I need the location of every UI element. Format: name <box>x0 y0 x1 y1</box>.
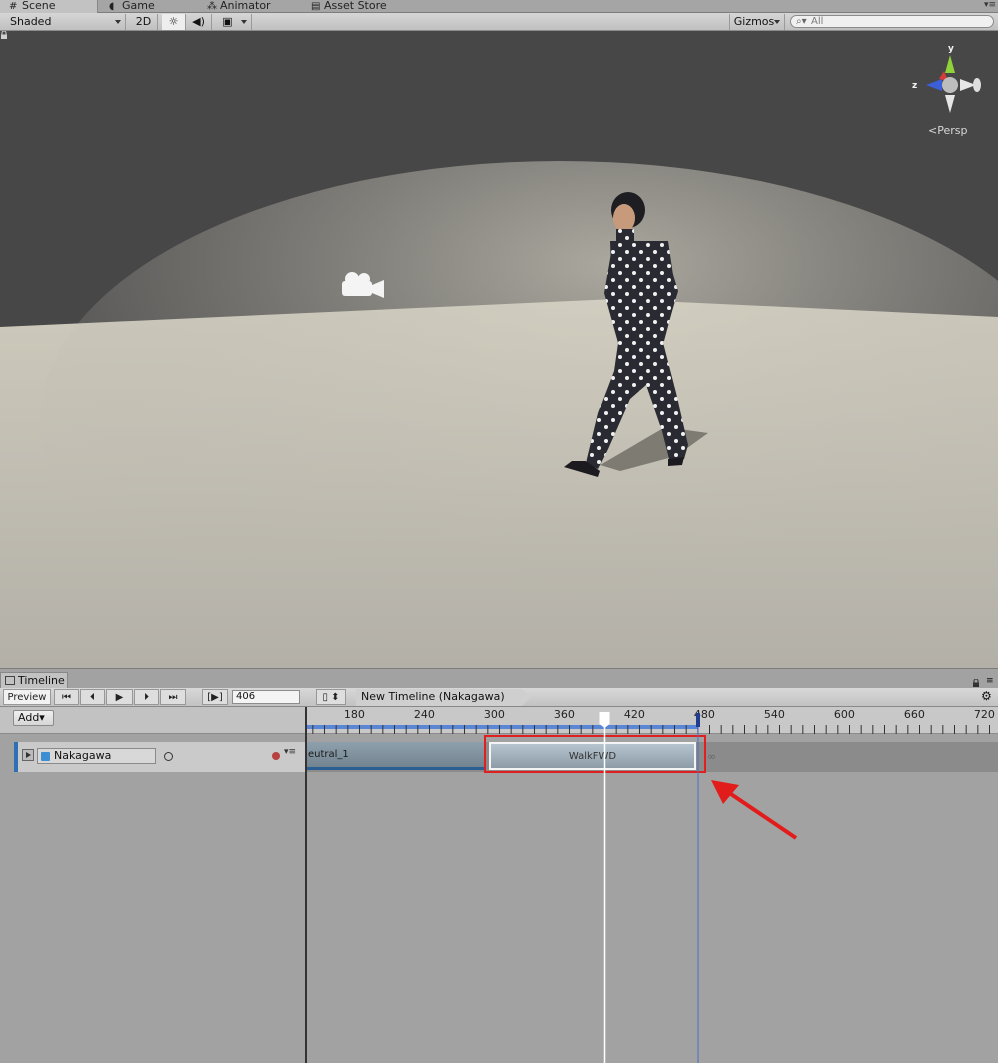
persp-icon: < <box>928 124 938 137</box>
end-marker[interactable] <box>696 713 700 727</box>
track-name: Nakagawa <box>54 749 112 762</box>
breadcrumb[interactable]: New Timeline (Nakagawa) <box>356 689 531 706</box>
preview-label: Preview <box>7 692 47 703</box>
scene-search-input[interactable]: ⌕▾ All <box>790 15 994 28</box>
scene-view[interactable]: y z <Persp <box>0 31 998 668</box>
step-back-icon: ⏴ <box>90 692 95 703</box>
tab-scene-label: Scene <box>22 0 56 12</box>
tab-asset-store-label: Asset Store <box>324 0 387 12</box>
tab-timeline[interactable]: Timeline <box>0 672 68 689</box>
chevron-down-icon: ▾ <box>39 711 45 724</box>
timeline-tracks-area[interactable]: 180 240 300 360 420 480 540 600 660 720 eutral_1 … <box>307 707 998 1063</box>
toggle-2d-button[interactable]: 2D <box>130 14 158 30</box>
track-row[interactable]: Nakagawa ▾≡ <box>14 742 306 772</box>
tab-animator[interactable]: ⁂ Animator <box>198 0 302 13</box>
grid-icon: # <box>9 1 18 12</box>
shading-mode-label: Shaded <box>10 15 52 28</box>
tab-game-label: Game <box>122 0 155 12</box>
play-button[interactable]: ▶ <box>106 689 133 705</box>
annotation-arrow <box>711 780 798 840</box>
gizmo-z-label: z <box>912 81 917 91</box>
orientation-gizmo[interactable]: y z <box>912 44 981 113</box>
go-to-end-button[interactable]: ⏭ <box>160 689 186 705</box>
add-label: Add <box>18 711 40 724</box>
timeline-asset-icon: ▯ ⬍ <box>322 692 340 703</box>
skip-end-icon: ⏭ <box>168 692 178 703</box>
lighting-toggle[interactable]: ☼ <box>162 14 186 30</box>
object-picker-icon[interactable] <box>164 752 173 761</box>
current-frame-value: 406 <box>236 691 256 702</box>
track-expand-toggle[interactable] <box>22 749 34 761</box>
play-range-button[interactable]: [▶] <box>202 689 228 705</box>
timeline-lock-icon[interactable] <box>972 679 980 687</box>
scene-toolbar: Shaded 2D ☼ ◀) ▣ Gizmos ⌕▾ All <box>0 13 998 31</box>
timeline-toolbar: Preview ⏮ ⏴ ▶ ⏵ ⏭ [▶] 406 ▯ ⬍ New Timeli… <box>0 688 998 707</box>
play-icon: ▶ <box>115 692 124 703</box>
timeline-window-header: Timeline ≡ <box>0 668 998 689</box>
scene-render: y z <box>0 44 998 668</box>
timeline-tab-label: Timeline <box>18 674 65 687</box>
track-binding-field[interactable]: Nakagawa <box>37 748 156 764</box>
next-frame-button[interactable]: ⏵ <box>134 689 159 705</box>
store-icon: ▤ <box>311 1 321 12</box>
timeline-asset-name: New Timeline (Nakagawa) <box>361 690 505 703</box>
gizmo-y-label: y <box>948 44 954 54</box>
tab-game[interactable]: ◖ Game <box>100 0 200 13</box>
timeline-overlay <box>599 712 798 1063</box>
record-button[interactable] <box>272 752 280 760</box>
track-list: Add▾ Nakagawa ▾≡ <box>0 707 306 1063</box>
play-range-icon: [▶] <box>207 692 223 703</box>
window-menu-icon[interactable]: ▾≡ <box>984 0 996 10</box>
editor-tab-strip: # Scene ◖ Game ⁂ Animator ▤ Asset Store … <box>0 0 998 13</box>
lock-icon[interactable] <box>0 31 8 39</box>
pacman-icon: ◖ <box>109 1 115 12</box>
add-track-button[interactable]: Add▾ <box>13 710 54 726</box>
shading-mode-dropdown[interactable]: Shaded <box>0 14 126 30</box>
current-frame-field[interactable]: 406 <box>232 690 300 704</box>
go-to-start-button[interactable]: ⏮ <box>54 689 79 705</box>
playhead-handle[interactable] <box>599 712 610 728</box>
sun-icon: ☼ <box>168 15 179 28</box>
preview-toggle[interactable]: Preview <box>3 689 51 705</box>
effects-dropdown[interactable]: ▣ <box>214 14 252 30</box>
timeline-selector-dropdown[interactable]: ▯ ⬍ <box>316 689 346 705</box>
step-forward-icon: ⏵ <box>144 692 149 703</box>
add-bar: Add▾ <box>0 707 306 734</box>
skip-start-icon: ⏮ <box>62 692 71 703</box>
previous-frame-button[interactable]: ⏴ <box>80 689 105 705</box>
audio-toggle[interactable]: ◀) <box>186 14 212 30</box>
speaker-icon: ◀) <box>192 15 205 28</box>
search-placeholder: All <box>811 16 824 27</box>
animator-icon: ⁂ <box>207 1 217 12</box>
play-triangle-icon <box>26 752 31 758</box>
projection-toggle[interactable]: <Persp <box>928 124 967 137</box>
projection-label: Persp <box>937 124 968 137</box>
tab-animator-label: Animator <box>220 0 271 12</box>
image-icon: ▣ <box>222 15 233 28</box>
gizmos-label: Gizmos <box>733 15 775 28</box>
timeline-icon <box>5 676 15 685</box>
timeline-menu-icon[interactable]: ≡ <box>986 676 994 686</box>
track-menu-icon[interactable]: ▾≡ <box>284 747 296 757</box>
search-icon: ⌕▾ <box>796 16 807 27</box>
gear-icon[interactable]: ⚙ <box>981 689 992 703</box>
tab-scene[interactable]: # Scene <box>0 0 98 13</box>
toggle-2d-label: 2D <box>135 15 152 28</box>
gameobject-icon <box>41 752 50 761</box>
gizmos-dropdown[interactable]: Gizmos <box>729 14 785 30</box>
tab-asset-store[interactable]: ▤ Asset Store <box>302 0 412 13</box>
